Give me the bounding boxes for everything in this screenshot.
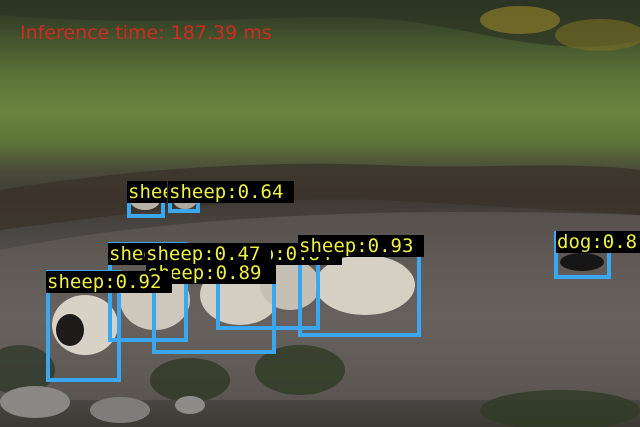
detection-label-sheep-7: sheep:0.64 <box>168 181 294 203</box>
detection-label-sheep-6: sheep <box>127 181 167 203</box>
inference-time-label: Inference time: 187.39 ms <box>20 22 272 44</box>
detection-label-sheep-1: sheep:0.92 <box>46 271 172 293</box>
photo-scene: Inference time: 187.39 ms sheep sheep:0.… <box>0 0 640 427</box>
detection-label-sheep-8: sheep:0.47 <box>145 243 271 265</box>
detection-label-dog: dog:0.8 <box>556 231 640 253</box>
detection-label-sheep-5: sheep:0.93 <box>298 235 424 257</box>
